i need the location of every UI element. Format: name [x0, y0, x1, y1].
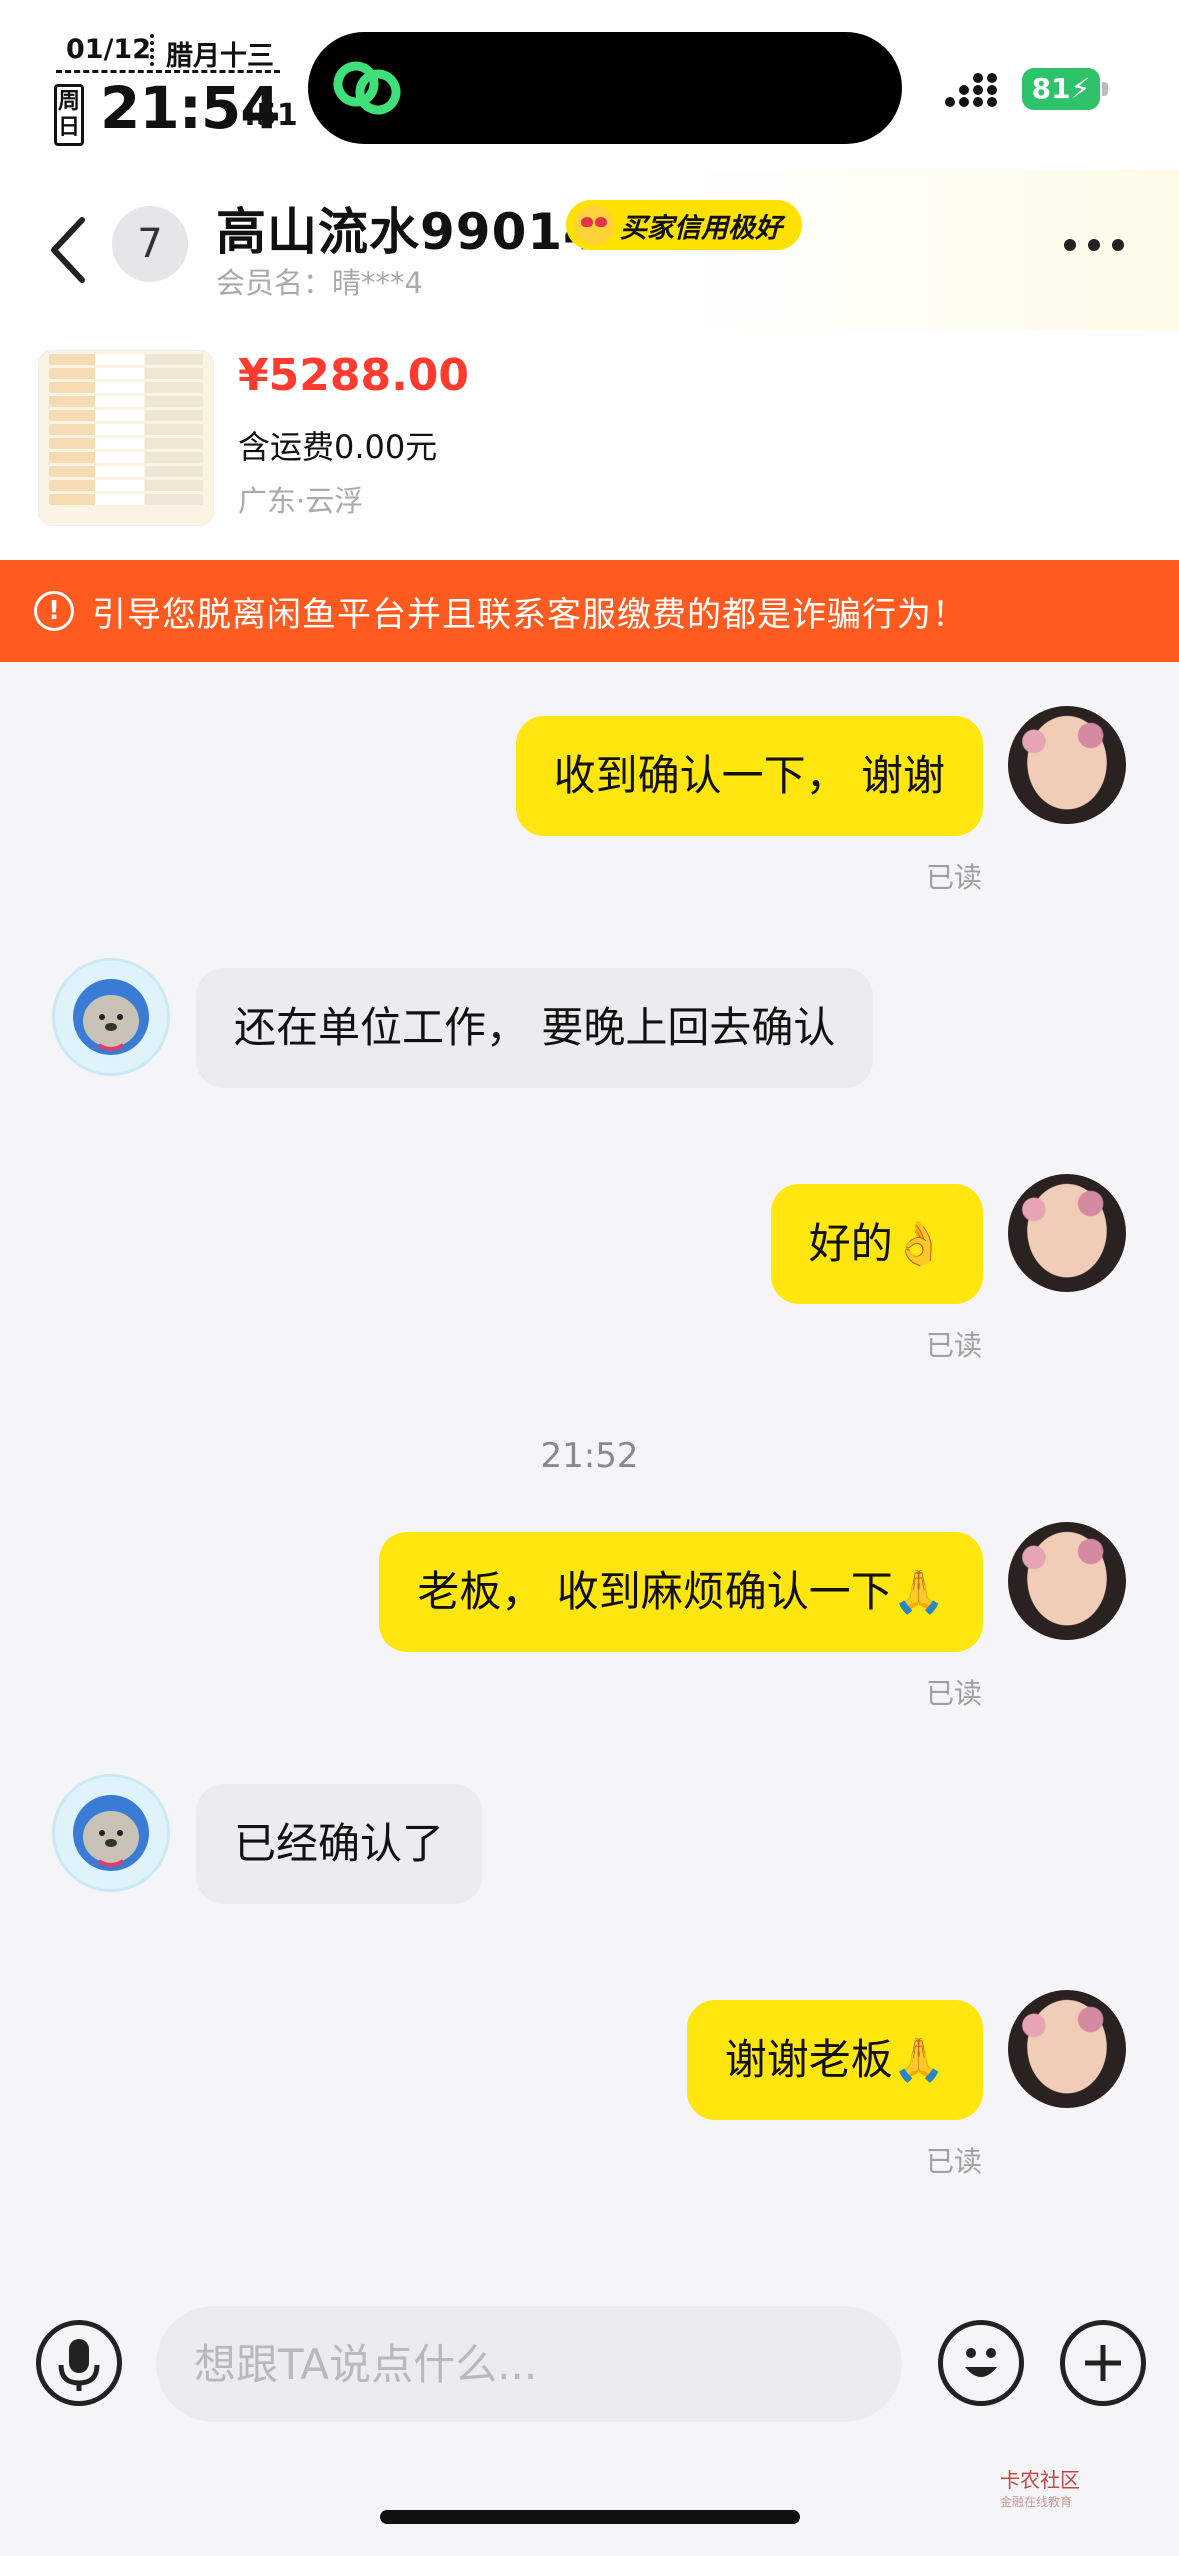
- item-thumbnail[interactable]: [38, 350, 214, 526]
- message-bubble-theirs[interactable]: 还在单位工作， 要晚上回去确认: [196, 968, 874, 1088]
- fraud-warning-banner: ! 引导您脱离闲鱼平台并且联系客服缴费的都是诈骗行为！: [0, 560, 1179, 662]
- plus-icon: [1085, 2345, 1121, 2381]
- message-bubble-mine[interactable]: 谢谢老板🙏: [686, 2000, 983, 2120]
- dynamic-island[interactable]: [308, 32, 902, 144]
- warning-text: 引导您脱离闲鱼平台并且联系客服缴费的都是诈骗行为！: [92, 594, 967, 635]
- status-lunar-date: 腊月十三: [166, 41, 274, 72]
- item-location: 广东·云浮: [238, 484, 364, 518]
- battery-level: 81: [1031, 72, 1071, 105]
- message-bubble-mine[interactable]: 好的👌: [770, 1184, 983, 1304]
- status-dashed-line: [56, 70, 280, 73]
- item-price: ¥5288.00: [238, 350, 470, 401]
- message-input[interactable]: [156, 2306, 902, 2422]
- seller-name[interactable]: 高山流水99014: [216, 192, 599, 264]
- back-arrow-icon[interactable]: [44, 210, 94, 290]
- watermark-logo: 卡农社区 金融在线教育: [1000, 2464, 1080, 2510]
- status-date: 01/12: [66, 34, 152, 65]
- my-avatar[interactable]: [1008, 706, 1126, 824]
- credit-badge-text: 买家信用极好: [620, 212, 782, 244]
- seller-avatar[interactable]: [52, 1774, 170, 1892]
- link-rings-icon: [333, 61, 401, 115]
- smiley-icon: [965, 2348, 997, 2377]
- signal-icon: [945, 73, 997, 107]
- status-weekday: 周日: [54, 84, 84, 146]
- chat-timestamp: 21:52: [540, 1436, 639, 1476]
- read-status: 已读: [926, 2145, 983, 2178]
- watermark-sub: 金融在线教育: [1000, 2495, 1073, 2509]
- watermark-brand: 卡农社区: [1000, 2468, 1080, 2492]
- voice-button[interactable]: [36, 2320, 122, 2406]
- credit-badge: 买家信用极好: [566, 200, 802, 250]
- read-status: 已读: [926, 861, 983, 894]
- item-shipping: 含运费0.00元: [238, 428, 438, 466]
- seal-mascot-icon: [73, 1795, 149, 1871]
- battery-nub: [1102, 82, 1108, 96]
- message-bubble-mine[interactable]: 收到确认一下， 谢谢: [515, 716, 983, 836]
- item-card[interactable]: ¥5288.00 含运费0.00元 广东·云浮: [0, 330, 1179, 560]
- status-bar: 01/12 腊月十三 周日 21:54 :51 81⚡: [0, 0, 1179, 170]
- heart-eyes-icon: [574, 205, 614, 245]
- battery-icon: 81⚡: [1022, 68, 1100, 110]
- home-indicator[interactable]: [380, 2510, 800, 2524]
- seller-avatar[interactable]: [52, 958, 170, 1076]
- read-status: 已读: [926, 1329, 983, 1362]
- microphone-icon: [58, 2339, 100, 2391]
- chat-header: 7 高山流水99014 买家信用极好 会员名：晴***4: [0, 170, 1179, 330]
- add-attachment-button[interactable]: [1060, 2320, 1146, 2406]
- message-bubble-mine[interactable]: 老板， 收到麻烦确认一下🙏: [379, 1532, 983, 1652]
- message-input-bar: [0, 2290, 1179, 2460]
- status-divider: [150, 34, 154, 66]
- charging-icon: ⚡: [1070, 72, 1091, 105]
- seal-mascot-icon: [73, 979, 149, 1055]
- emoji-button[interactable]: [938, 2320, 1024, 2406]
- my-avatar[interactable]: [1008, 1174, 1126, 1292]
- seller-level-badge[interactable]: 7: [112, 206, 188, 282]
- my-avatar[interactable]: [1008, 1522, 1126, 1640]
- member-name: 会员名：晴***4: [216, 266, 423, 300]
- my-avatar[interactable]: [1008, 1990, 1126, 2108]
- message-bubble-theirs[interactable]: 已经确认了: [196, 1784, 483, 1904]
- more-options-icon[interactable]: [1064, 230, 1134, 260]
- status-seconds: :51: [244, 98, 298, 133]
- warning-icon: !: [34, 591, 74, 631]
- read-status: 已读: [926, 1677, 983, 1710]
